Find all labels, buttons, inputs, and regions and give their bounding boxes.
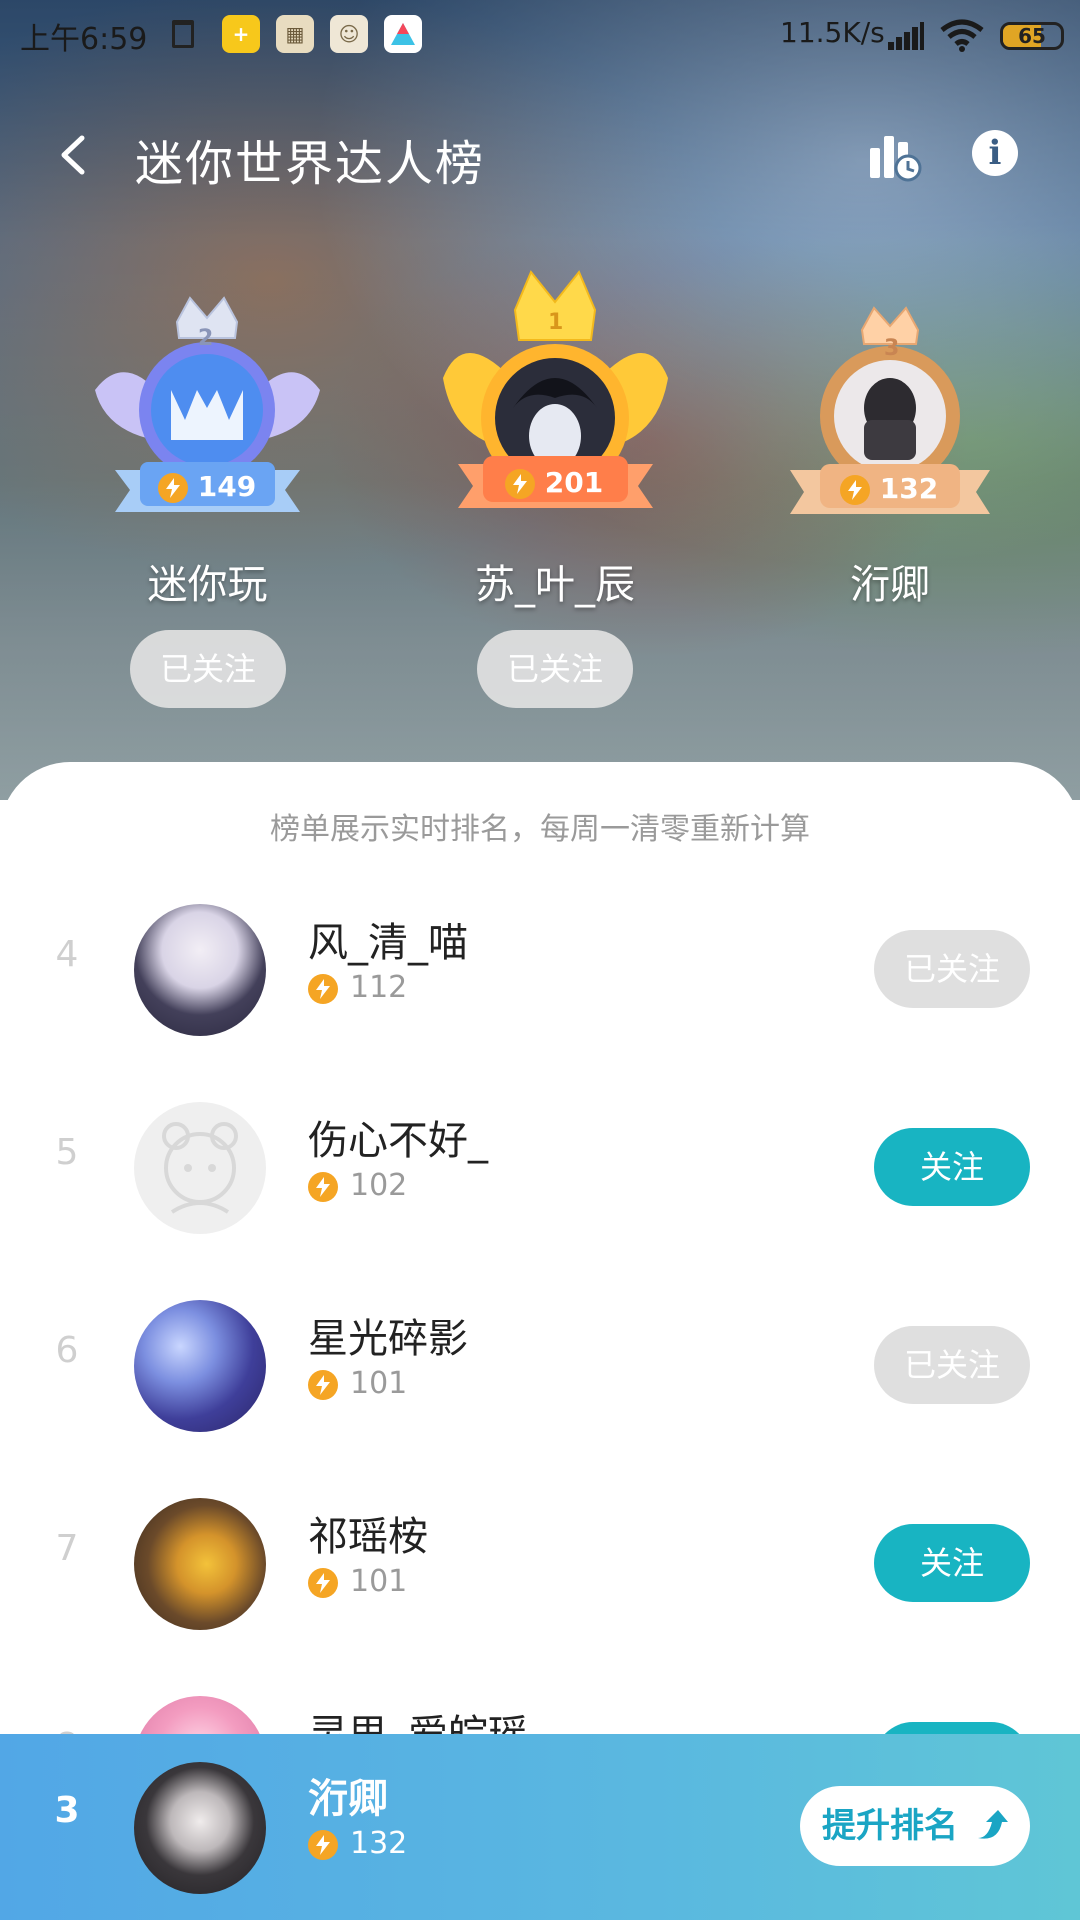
avatar[interactable] xyxy=(134,1102,266,1234)
up-arrow-icon xyxy=(978,1810,1008,1839)
boost-rank-label: 提升排名 xyxy=(822,1806,958,1846)
podium-rank-number: 2 xyxy=(198,326,214,351)
avatar[interactable] xyxy=(134,1498,266,1630)
lightning-icon xyxy=(308,1829,338,1860)
user-score-value: 112 xyxy=(350,970,408,1005)
notebook-app-icon: ▦ xyxy=(276,15,314,53)
user-name[interactable]: 伤心不好_ xyxy=(308,1108,488,1166)
podium-rank-number: 3 xyxy=(884,336,900,361)
avatar[interactable] xyxy=(134,1300,266,1432)
user-score-value: 102 xyxy=(350,1168,408,1203)
trash-icon xyxy=(172,20,194,48)
rank-number: 5 xyxy=(55,1132,79,1173)
battery-level: 65 xyxy=(1018,24,1046,48)
my-name: 洐卿 xyxy=(308,1776,388,1822)
battery-icon: 65 xyxy=(1000,22,1064,50)
rank-number: 4 xyxy=(55,934,79,975)
history-chart-icon[interactable] xyxy=(868,132,922,182)
list-item[interactable]: 7 祁瑶桉 101 关注 xyxy=(0,1462,1080,1660)
podium-rank-1[interactable]: 1 201 苏_叶_辰 已关注 xyxy=(425,258,685,720)
wifi-icon xyxy=(940,19,984,52)
user-score: 112 xyxy=(308,970,407,1005)
follow-button[interactable]: 关注 xyxy=(874,1128,1030,1206)
user-score: 101 xyxy=(308,1366,407,1401)
lightning-icon xyxy=(308,1369,338,1400)
my-score-value: 132 xyxy=(350,1826,408,1861)
podium-score-value: 201 xyxy=(544,466,604,499)
lightning-icon xyxy=(840,475,870,505)
my-rank-bar: 3 洐卿 132 提升排名 xyxy=(0,1734,1080,1920)
lightning-icon xyxy=(158,473,188,503)
followed-button[interactable]: 已关注 xyxy=(874,930,1030,1008)
rank-number: 6 xyxy=(55,1330,79,1371)
status-time: 上午6:59 xyxy=(20,22,148,57)
battery-app-icon: + xyxy=(222,15,260,53)
list-item[interactable]: 6 星光碎影 101 已关注 xyxy=(0,1264,1080,1462)
status-bar: 上午6:59 + ▦ ☺ 11.5K/s 65 xyxy=(0,0,1080,70)
page-title: 迷你世界达人榜 xyxy=(135,136,486,192)
list-item[interactable]: 5 伤心不好_ 102 关注 xyxy=(0,1066,1080,1264)
title-bar: 迷你世界达人榜 i xyxy=(0,110,1080,200)
podium-follow-button[interactable]: 已关注 xyxy=(130,630,286,708)
rank-number: 7 xyxy=(55,1528,79,1569)
podium-rank-3[interactable]: 3 132 洐卿 xyxy=(780,300,1000,620)
ranking-notice: 榜单展示实时排名，每周一清零重新计算 xyxy=(270,812,810,847)
user-name[interactable]: 星光碎影 xyxy=(308,1306,468,1364)
lightning-icon xyxy=(308,973,338,1004)
default-avatar-icon xyxy=(162,1122,238,1214)
triangle-app-icon xyxy=(384,15,422,53)
user-score-value: 101 xyxy=(350,1564,408,1599)
info-icon[interactable]: i xyxy=(972,130,1018,176)
user-score: 101 xyxy=(308,1564,407,1599)
podium-score-value: 132 xyxy=(879,472,939,505)
signal-icon xyxy=(888,22,924,50)
follow-button[interactable]: 关注 xyxy=(874,1524,1030,1602)
followed-button[interactable]: 已关注 xyxy=(874,1326,1030,1404)
network-speed: 11.5K/s xyxy=(780,16,885,49)
face-app-icon: ☺ xyxy=(330,15,368,53)
back-arrow-icon[interactable] xyxy=(52,132,98,178)
podium-name: 苏_叶_辰 xyxy=(475,562,635,608)
lightning-icon xyxy=(505,469,535,499)
lightning-icon xyxy=(308,1567,338,1598)
my-rank-number: 3 xyxy=(54,1790,80,1831)
boost-rank-button[interactable]: 提升排名 xyxy=(800,1786,1030,1866)
user-name[interactable]: 祁瑶桉 xyxy=(308,1504,428,1562)
podium-score-value: 149 xyxy=(197,470,257,503)
podium-rank-2[interactable]: 2 149 迷你玩 已关注 xyxy=(80,290,335,720)
my-avatar[interactable] xyxy=(134,1762,266,1894)
avatar[interactable] xyxy=(134,904,266,1036)
user-name[interactable]: 风_清_喵 xyxy=(308,910,468,968)
user-score-value: 101 xyxy=(350,1366,408,1401)
lightning-icon xyxy=(308,1171,338,1202)
podium-score: 149 xyxy=(158,470,256,503)
podium-name: 迷你玩 xyxy=(147,562,268,608)
podium-score: 132 xyxy=(840,472,938,505)
user-score: 102 xyxy=(308,1168,407,1203)
podium-rank-number: 1 xyxy=(548,310,564,335)
list-item[interactable]: 4 风_清_喵 112 已关注 xyxy=(0,868,1080,1066)
podium-name: 洐卿 xyxy=(850,562,930,608)
podium-score: 201 xyxy=(505,466,603,499)
my-score: 132 xyxy=(308,1826,407,1861)
podium-follow-button[interactable]: 已关注 xyxy=(477,630,633,708)
